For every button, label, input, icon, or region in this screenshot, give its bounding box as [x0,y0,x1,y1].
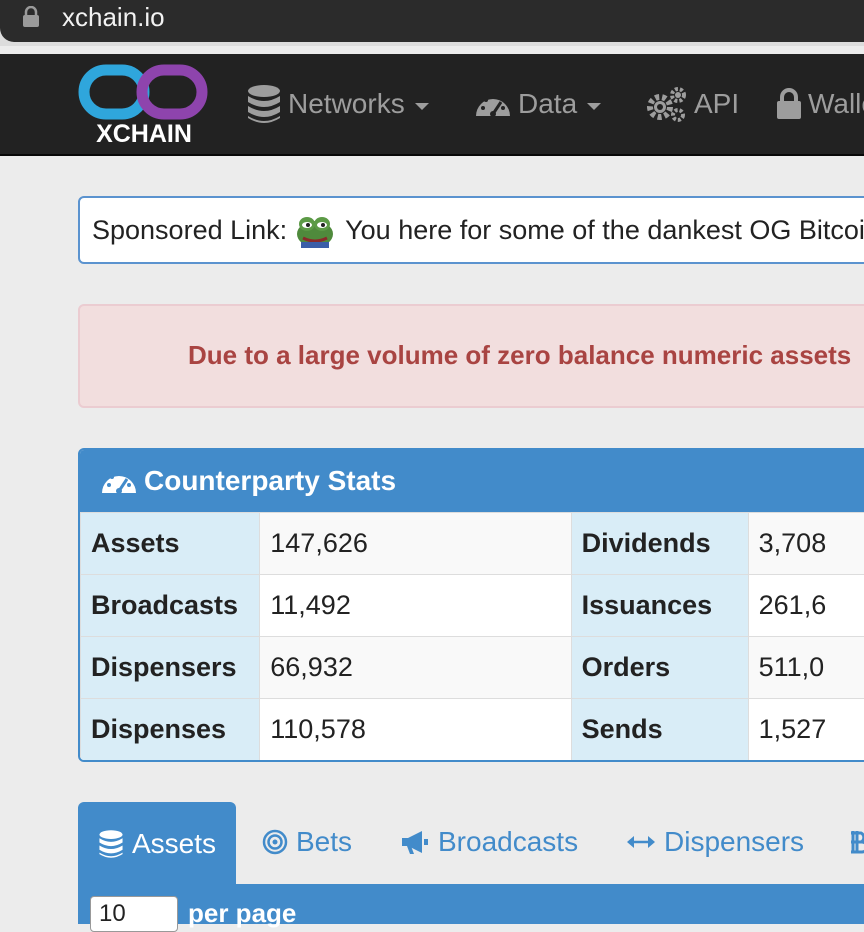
tab-assets-label: Assets [132,828,216,860]
table-row: Dispensers 66,932 Orders 511,0 [81,637,864,699]
database-icon [98,829,124,859]
nav-wallet-label: Wallet [808,88,864,120]
logo-text: XCHAIN [96,120,192,148]
tab-dispensers[interactable]: Dispensers [626,802,804,882]
tab-bets[interactable]: Bets [262,802,352,882]
nav-data[interactable]: Data [474,54,601,154]
tab-bets-label: Bets [296,826,352,858]
url-text[interactable]: xchain.io [62,2,165,32]
tab-broadcasts-label: Broadcasts [438,826,578,858]
dashboard-icon [100,465,138,497]
stat-key: Assets [81,513,260,575]
url-box[interactable]: xchain.io [0,0,864,42]
stats-table: Assets 147,626 Dividends 3,708 Broadcast… [80,512,864,761]
stat-value: 147,626 [260,513,571,575]
stat-key: Issuances [571,575,748,637]
tab-broadcasts[interactable]: Broadcasts [400,802,578,882]
gears-icon [646,85,688,123]
nav-wallet[interactable]: Wallet [776,54,864,154]
bitcoin-icon [848,827,864,857]
stat-value: 110,578 [260,699,571,761]
stat-key: Dispensers [81,637,260,699]
tab-content: 10 per page [78,884,864,924]
per-page-select[interactable]: 10 [90,896,178,932]
tab-more[interactable] [848,802,864,882]
lock-icon [776,88,802,120]
chevron-down-icon [587,103,601,110]
table-row: Dispenses 110,578 Sends 1,527 [81,699,864,761]
nav-api[interactable]: API [646,54,739,154]
stat-value: 261,6 [748,575,864,637]
alert-text: Due to a large volume of zero balance nu… [188,340,851,371]
counterparty-stats-panel: Counterparty Stats Assets 147,626 Divide… [78,448,864,762]
browser-address-bar: xchain.io [0,0,864,46]
tab-dispensers-label: Dispensers [664,826,804,858]
stat-key: Dividends [571,513,748,575]
sponsored-link-banner[interactable]: Sponsored Link: You here for some of the… [78,196,864,264]
tab-assets[interactable]: Assets [78,802,236,886]
table-row: Assets 147,626 Dividends 3,708 [81,513,864,575]
dashboard-icon [474,88,512,120]
database-icon [246,84,282,124]
nav-api-label: API [694,88,739,120]
xchain-logo[interactable]: XCHAIN [78,64,210,150]
sponsored-text[interactable]: You here for some of the dankest OG Bitc… [345,215,864,246]
chevron-down-icon [415,103,429,110]
alert-box: Due to a large volume of zero balance nu… [78,304,864,408]
panel-title: Counterparty Stats [144,465,396,497]
table-row: Broadcasts 11,492 Issuances 261,6 [81,575,864,637]
pepe-frog-icon [295,212,335,248]
nav-networks-label: Networks [288,88,405,120]
sponsored-label: Sponsored Link: [92,215,287,246]
stat-value: 66,932 [260,637,571,699]
stat-key: Dispenses [81,699,260,761]
logo-rings-icon: XCHAIN [78,64,210,150]
stat-key: Sends [571,699,748,761]
arrows-h-icon [626,832,656,852]
stat-value: 11,492 [260,575,571,637]
panel-heading: Counterparty Stats [80,450,864,512]
navbar: XCHAIN Networks Data [0,54,864,156]
stat-key: Broadcasts [81,575,260,637]
lock-icon [22,6,40,28]
stat-value: 511,0 [748,637,864,699]
nav-data-label: Data [518,88,577,120]
stat-value: 3,708 [748,513,864,575]
bullseye-icon [262,829,288,855]
nav-networks[interactable]: Networks [246,54,429,154]
stat-value: 1,527 [748,699,864,761]
tabs-bar: Assets Bets Broadcasts Dispensers [78,800,864,884]
stat-key: Orders [571,637,748,699]
bullhorn-icon [400,829,430,855]
